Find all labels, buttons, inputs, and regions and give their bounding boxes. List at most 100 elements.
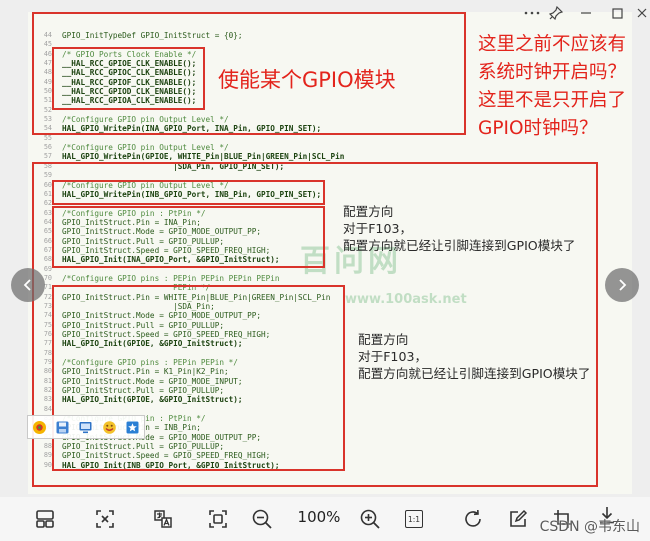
code-line: 63 /*Configure GPIO pin : PtPin */: [34, 209, 344, 218]
bookmark-icon[interactable]: [125, 420, 140, 435]
question-line: 系统时钟开启吗？: [478, 62, 627, 83]
pin-button[interactable]: [548, 5, 564, 21]
line-number: 50: [43, 87, 52, 96]
screen-icon[interactable]: [78, 420, 93, 435]
code-line: 69: [34, 265, 344, 274]
floating-toolbar: [27, 415, 145, 439]
code-line: 53 /*Configure GPIO pin Output Level */: [34, 115, 344, 124]
code-text: GPIO_InitStruct.Pull = GPIO_PULLUP;: [62, 236, 224, 246]
line-number: 58: [43, 161, 52, 170]
code-line: 60 /*Configure GPIO pin Output Level */: [34, 181, 344, 190]
line-number: 47: [43, 59, 52, 68]
code-line: 61 HAL_GPIO_WritePin(INB_GPIO_Port, INB_P…: [34, 190, 344, 199]
save-icon[interactable]: [55, 420, 70, 435]
zoom-in-icon: [360, 509, 380, 529]
code-line: 72 GPIO_InitStruct.Pin = WHITE_Pin|BLUE_P…: [34, 293, 344, 302]
code-line: 51 __HAL_RCC_GPIOA_CLK_ENABLE();: [34, 96, 344, 105]
question-line: GPIO时钟吗？: [478, 118, 598, 139]
line-number: 90: [43, 460, 52, 469]
code-text: /*Configure GPIO pins : PEPin PEPin PEPi…: [62, 273, 280, 283]
line-number: 62: [43, 199, 52, 208]
previous-image-button[interactable]: [11, 268, 45, 302]
note-line: 对于F103，: [358, 349, 428, 364]
fit-window-button[interactable]: [205, 506, 231, 532]
extract-icon: [96, 510, 114, 528]
translate-button[interactable]: [150, 506, 176, 532]
code-line: 58 |SDA_Pin, GPIO_PIN_SET);: [34, 162, 344, 171]
line-number: 65: [43, 227, 52, 236]
code-text: __HAL_RCC_GPIOE_CLK_ENABLE();: [62, 59, 197, 69]
line-number: 52: [43, 105, 52, 114]
line-number: 59: [43, 171, 52, 180]
code-listing: 44 GPIO_InitTypeDef GPIO_InitStruct = {0}…: [34, 31, 345, 470]
next-image-button[interactable]: [605, 268, 639, 302]
code-line: 90 HAL_GPIO_Init(INB_GPIO_Port, &GPIO_Ini…: [34, 461, 344, 470]
rotate-button[interactable]: [460, 506, 486, 532]
zoom-out-button[interactable]: [249, 506, 275, 532]
line-number: 57: [43, 152, 52, 161]
line-number: 83: [43, 395, 52, 404]
line-number: 48: [43, 68, 52, 77]
direction-note-1: 配置方向 对于F103， 配置方向就已经让引脚连接到GPIO模块了: [343, 203, 575, 254]
line-number: 67: [43, 245, 52, 254]
sticker-icon[interactable]: [102, 420, 117, 435]
close-button[interactable]: [636, 5, 648, 21]
code-text: /*Configure GPIO pin : PtPin */: [62, 208, 206, 218]
chevron-left-icon: [23, 279, 31, 291]
actual-size-button[interactable]: 1:1: [401, 506, 427, 532]
code-line: 64 GPIO_InitStruct.Pin = INA_Pin;: [34, 218, 344, 227]
credit-watermark: CSDN @韦东山: [539, 519, 640, 535]
line-number: 73: [43, 301, 52, 310]
code-line: 52: [34, 106, 344, 115]
code-line: 62: [34, 199, 344, 208]
line-number: 88: [43, 442, 52, 451]
code-text: __HAL_RCC_GPIOA_CLK_ENABLE();: [62, 96, 197, 106]
code-text: GPIO_InitStruct.Speed = GPIO_SPEED_FREQ_…: [62, 245, 271, 255]
note-line: 对于F103，: [343, 221, 413, 236]
code-text: GPIO_InitStruct.Mode = GPIO_MODE_INPUT;: [62, 376, 243, 386]
question-line: 这里不是只开启了: [478, 90, 627, 111]
edit-button[interactable]: [505, 506, 531, 532]
chevron-right-icon: [619, 279, 627, 291]
layout-button[interactable]: [32, 506, 58, 532]
line-number: 77: [43, 339, 52, 348]
extract-button[interactable]: [92, 506, 118, 532]
wechat-icon[interactable]: [32, 420, 47, 435]
line-number: 63: [43, 208, 52, 217]
code-line: 65 GPIO_InitStruct.Mode = GPIO_MODE_OUTPU…: [34, 227, 344, 236]
line-number: 54: [43, 124, 52, 133]
code-line: 68 HAL_GPIO_Init(INA_GPIO_Port, &GPIO_Ini…: [34, 255, 344, 264]
code-text: GPIO_InitStruct.Mode = GPIO_MODE_OUTPUT_…: [62, 311, 262, 321]
line-number: 76: [43, 330, 52, 338]
edit-icon: [510, 509, 528, 527]
translate-icon: [154, 510, 172, 528]
more-button[interactable]: [523, 5, 541, 21]
code-text: /*Configure GPIO pin Output Level */: [62, 115, 229, 125]
code-text: GPIO_InitStruct.Pull = GPIO_PULLUP;: [62, 386, 224, 396]
code-text: HAL_GPIO_Init(GPIOE, &GPIO_InitStruct);: [62, 339, 243, 349]
code-text: GPIO_InitStruct.Pin = INA_Pin;: [62, 217, 201, 227]
line-number: 51: [43, 96, 52, 105]
code-line: 57 HAL_GPIO_WritePin(GPIOE, WHITE_Pin|BLU…: [34, 152, 345, 161]
direction-note-2: 配置方向 对于F103， 配置方向就已经让引脚连接到GPIO模块了: [358, 331, 590, 382]
line-number: 66: [43, 236, 52, 245]
code-text: GPIO_InitStruct.Speed = GPIO_SPEED_FREQ_…: [62, 451, 271, 461]
code-text: __HAL_RCC_GPIOD_CLK_ENABLE();: [62, 87, 197, 97]
code-line: 80 GPIO_InitStruct.Pin = K1_Pin|K2_Pin;: [34, 367, 344, 376]
code-text: GPIO_InitStruct.Pin = K1_Pin|K2_Pin;: [62, 367, 229, 377]
maximize-button[interactable]: [610, 5, 624, 21]
actual-size-icon: 1:1: [405, 510, 423, 528]
code-line: 55: [34, 134, 344, 143]
minimize-button[interactable]: [578, 5, 594, 21]
code-text: PEPin */: [62, 283, 211, 293]
zoom-in-button[interactable]: [357, 506, 383, 532]
code-line: 66 GPIO_InitStruct.Pull = GPIO_PULLUP;: [34, 237, 344, 246]
pin-icon: [549, 6, 563, 20]
code-text: __HAL_RCC_GPIOC_CLK_ENABLE();: [62, 68, 197, 78]
code-line: 81 GPIO_InitStruct.Mode = GPIO_MODE_INPUT…: [34, 377, 344, 386]
rotate-icon: [465, 509, 481, 527]
zoom-level[interactable]: 100%: [296, 508, 342, 526]
code-line: 74 GPIO_InitStruct.Mode = GPIO_MODE_OUTPU…: [34, 311, 344, 320]
enable-gpio-label: 使能某个GPIO模块: [218, 68, 396, 92]
code-line: 67 GPIO_InitStruct.Speed = GPIO_SPEED_FRE…: [34, 246, 344, 255]
